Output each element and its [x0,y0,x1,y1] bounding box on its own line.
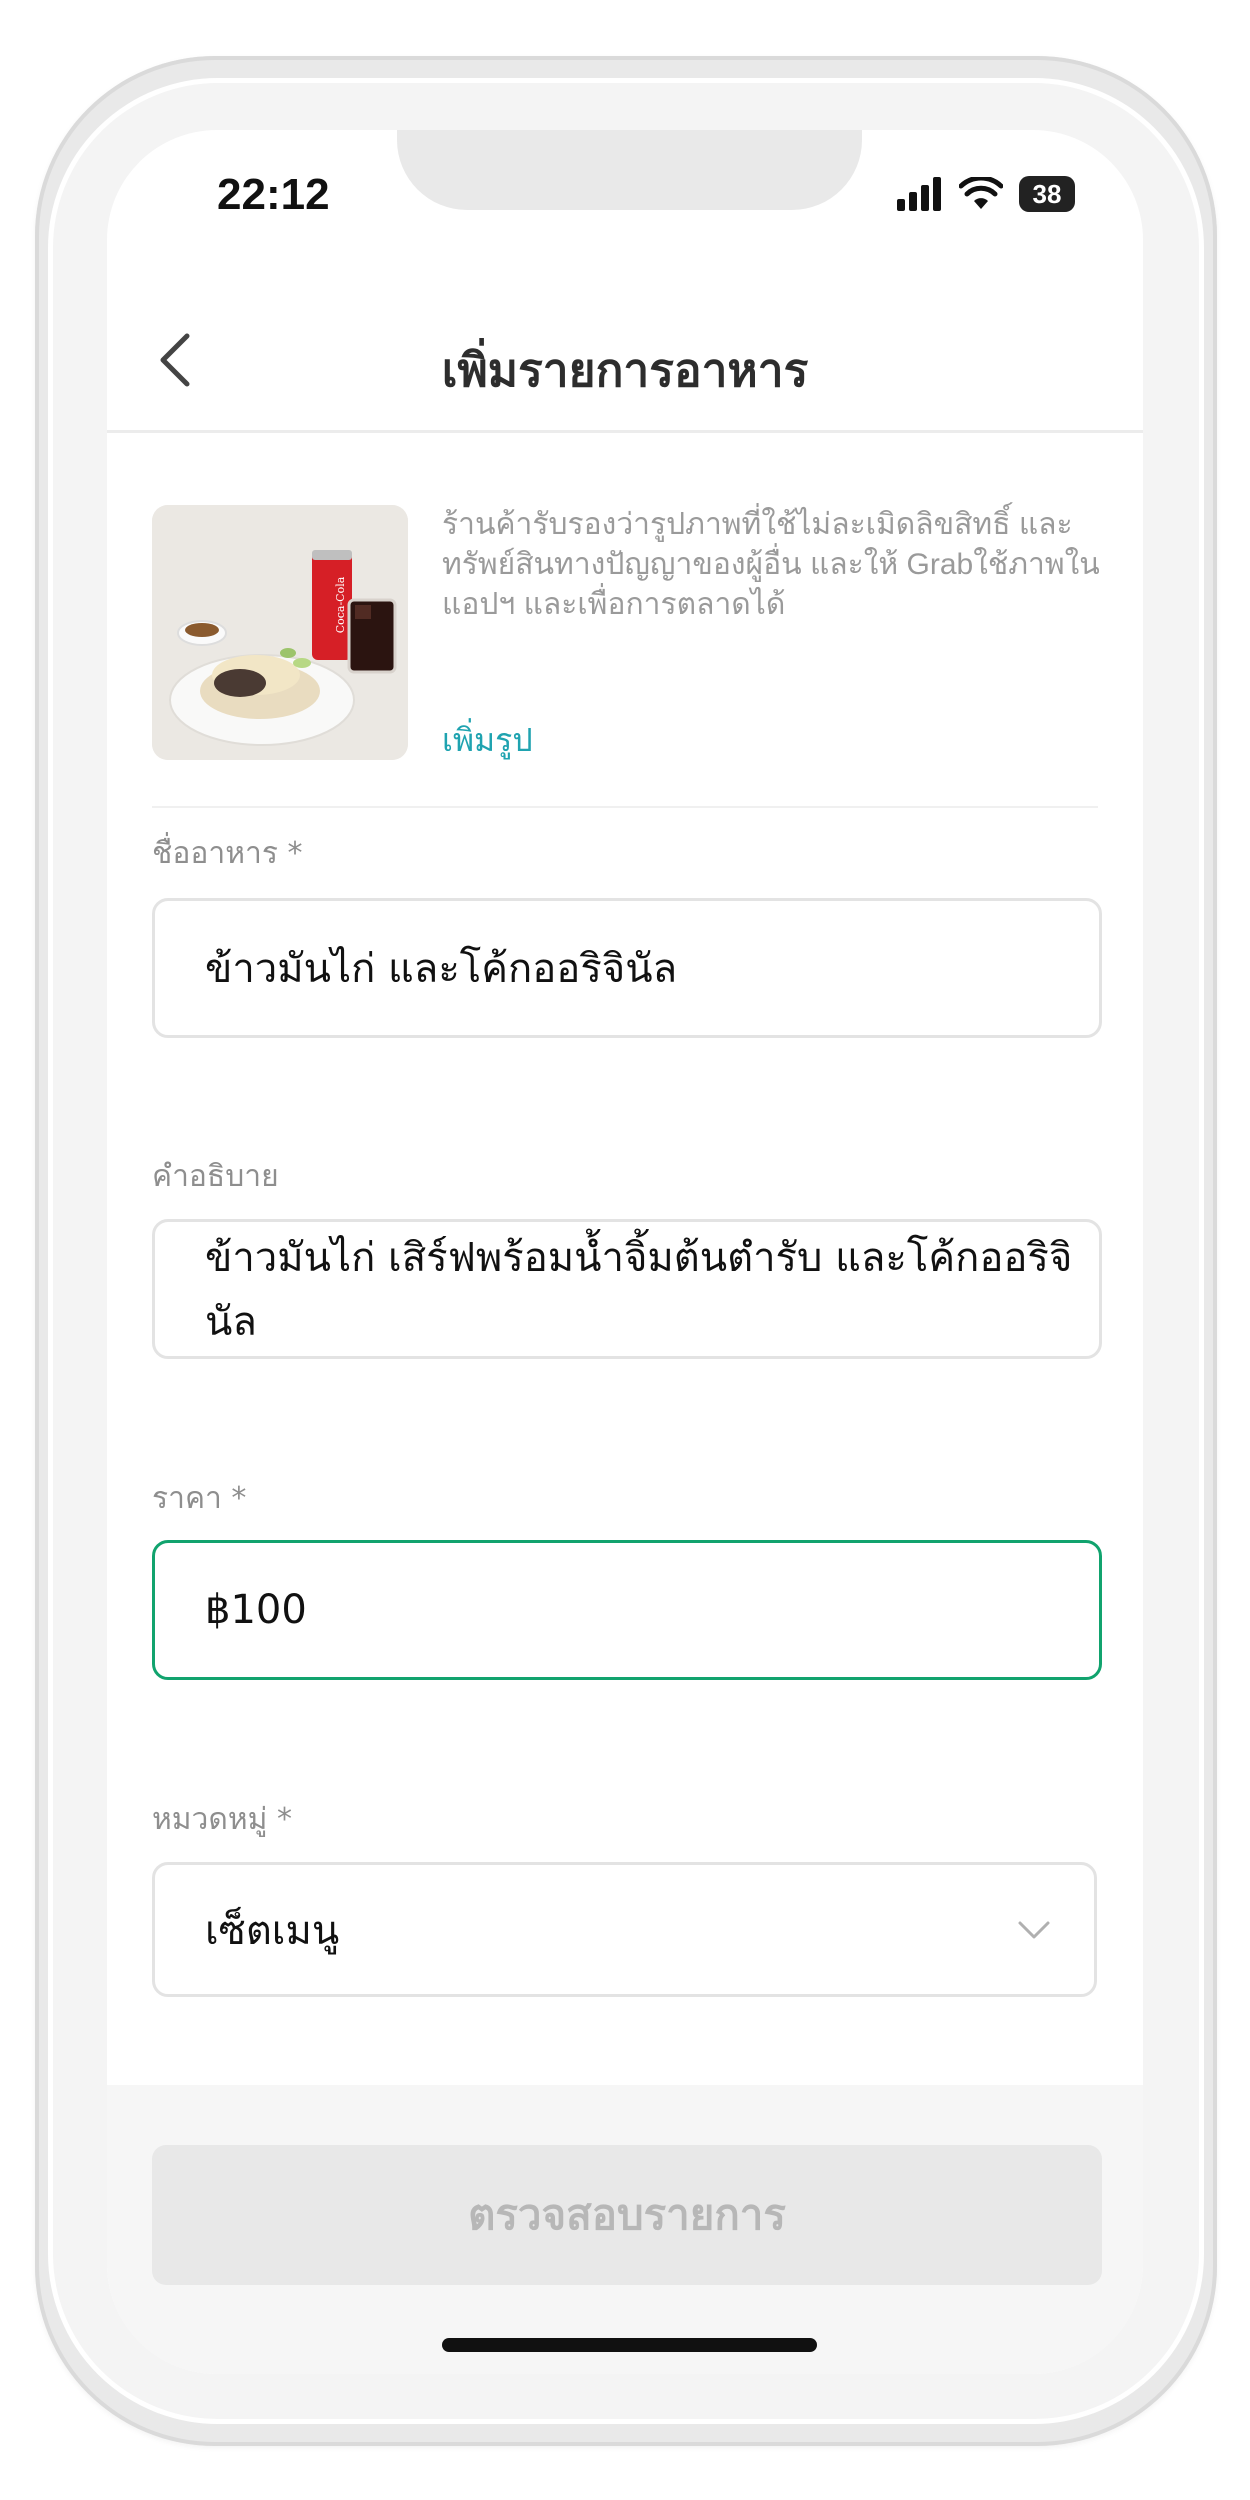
chevron-down-icon [1018,1921,1050,1938]
description-value: ข้าวมันไก่ เสิร์ฟพร้อมน้ำจิ้มต้นตำรับ แล… [205,1235,1073,1345]
food-photo-illustration: Coca-Cola [152,505,408,760]
category-label: หมวดหมู่ * [152,1802,292,1837]
review-item-button[interactable]: ตรวจสอบรายการ [152,2145,1102,2285]
name-label: ชื่ออาหาร * [152,836,303,871]
top-app-bar: เพิ่มรายการอาหาร [107,290,1143,433]
status-time: 22:12 [217,170,330,219]
add-photo-link[interactable]: เพิ่มรูป [442,715,533,766]
photo-consent-text: ร้านค้ารับรองว่ารูปภาพที่ใช้ไม่ละเมิดลิข… [442,508,1100,621]
battery-icon: 38 [1019,176,1075,212]
description-input[interactable]: ข้าวมันไก่ เสิร์ฟพร้อมน้ำจิ้มต้นตำรับ แล… [152,1219,1102,1359]
home-indicator [442,2338,817,2352]
photo-section: Coca-Cola ร้านค้ารับรองว่ารูปภาพที่ใช้ไม… [152,505,1107,760]
price-label: ราคา * [152,1481,247,1516]
phone-screen: 22:12 38 เพิ่มรายการอาหาร Coca-Cola ร้าน… [107,130,1143,2374]
wifi-icon [959,177,1003,209]
cellular-signal-icon [897,177,941,211]
food-photo[interactable]: Coca-Cola [152,505,408,760]
category-value: เซ็ตเมนู [205,1907,340,1954]
price-input[interactable]: ฿100 [152,1540,1102,1680]
food-name-input[interactable]: ข้าวมันไก่ และโค้กออริจินัล [152,898,1102,1038]
can-label: Coca-Cola [334,576,347,633]
notch [397,130,862,210]
price-value: ฿100 [205,1587,307,1633]
description-label: คำอธิบาย [152,1159,279,1194]
section-divider [152,806,1098,808]
food-name-value: ข้าวมันไก่ และโค้กออริจินัล [205,946,678,992]
status-icons: 38 [897,172,1075,216]
page-title: เพิ่มรายการอาหาร [441,343,809,397]
category-select[interactable]: เซ็ตเมนู [152,1862,1097,1997]
